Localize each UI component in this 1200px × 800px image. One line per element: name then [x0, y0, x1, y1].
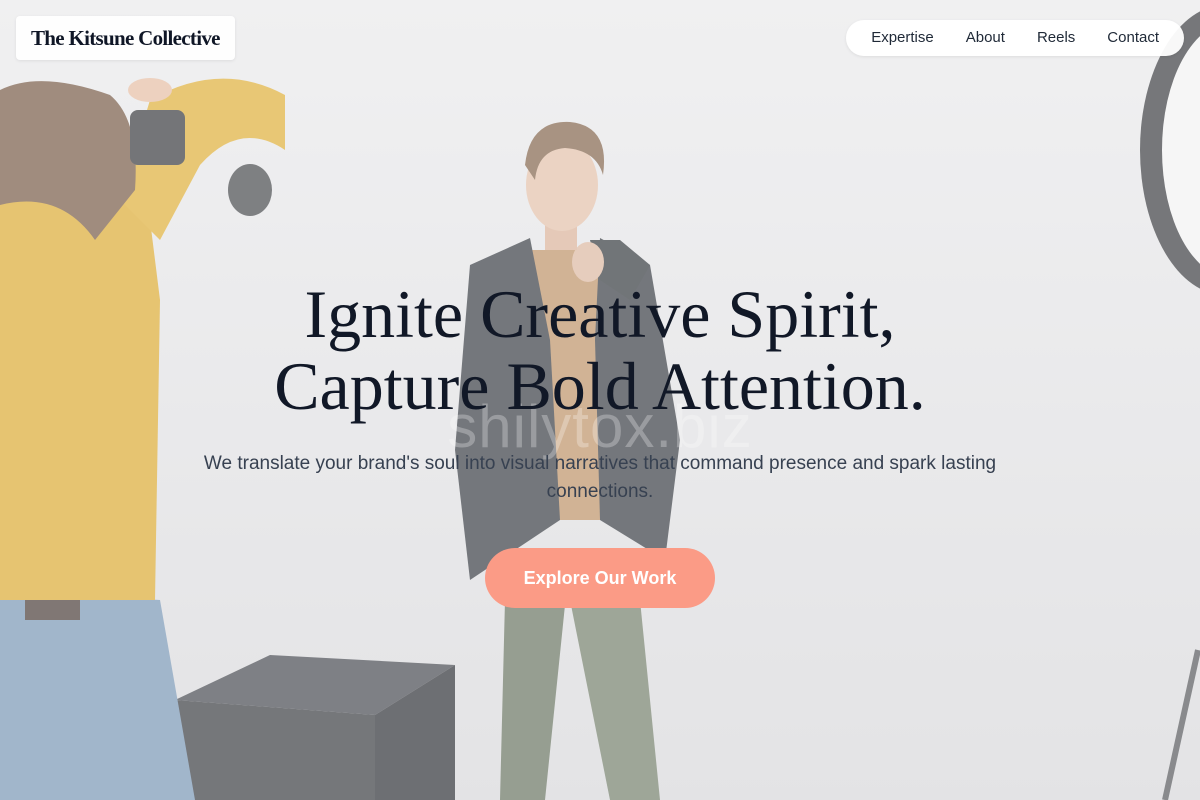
brand-logo[interactable]: The Kitsune Collective — [16, 16, 235, 60]
nav-item-contact[interactable]: Contact — [1091, 20, 1175, 56]
hero-headline: Ignite Creative Spirit, Capture Bold Att… — [0, 278, 1200, 422]
brand-name: The Kitsune Collective — [31, 25, 220, 50]
explore-work-button[interactable]: Explore Our Work — [484, 548, 716, 608]
nav-item-expertise[interactable]: Expertise — [855, 20, 950, 56]
hero-section: The Kitsune Collective Expertise About R… — [0, 0, 1200, 800]
hero-content: Ignite Creative Spirit, Capture Bold Att… — [0, 278, 1200, 608]
hero-headline-line-2: Capture Bold Attention. — [274, 348, 926, 424]
hero-headline-line-1: Ignite Creative Spirit, — [304, 276, 896, 352]
nav-item-reels[interactable]: Reels — [1021, 20, 1091, 56]
main-nav: Expertise About Reels Contact — [846, 20, 1184, 56]
hero-subheadline: We translate your brand's soul into visu… — [203, 453, 997, 502]
nav-item-about[interactable]: About — [950, 20, 1021, 56]
